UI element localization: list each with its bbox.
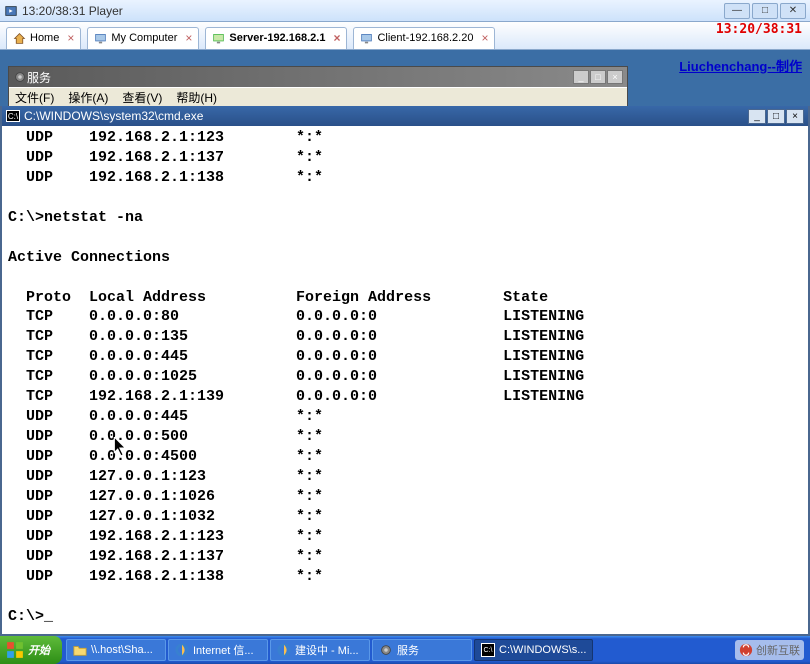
start-button[interactable]: 开始 xyxy=(0,636,62,664)
corner-time: 13:20/38:31 xyxy=(716,22,802,37)
cmd-close-button[interactable]: × xyxy=(786,109,804,124)
watermark: 创新互联 xyxy=(735,640,804,660)
player-icon xyxy=(4,4,18,18)
taskbar-btn-ie[interactable]: Internet 信... xyxy=(168,639,268,661)
taskbar-buttons: \\.host\Sha... Internet 信... 建设中 - Mi...… xyxy=(62,638,597,662)
ie-icon xyxy=(277,643,291,657)
cmd-minimize-button[interactable]: _ xyxy=(748,109,766,124)
menu-help[interactable]: 帮助(H) xyxy=(176,89,217,106)
menu-file[interactable]: 文件(F) xyxy=(15,89,54,106)
svc-minimize-button[interactable]: _ xyxy=(573,70,589,84)
folder-icon xyxy=(73,643,87,657)
server-icon xyxy=(212,32,225,45)
tab-close-icon[interactable]: × xyxy=(481,31,488,45)
taskbar: 开始 \\.host\Sha... Internet 信... 建设中 - Mi… xyxy=(0,636,810,664)
windows-logo-icon xyxy=(6,641,24,659)
cmd-icon: C:\ xyxy=(6,110,20,122)
services-title: 服务 xyxy=(27,69,573,86)
services-window: 服务 _ □ × 文件(F) 操作(A) 查看(V) 帮助(H) xyxy=(8,66,628,108)
tab-home-label: Home xyxy=(30,32,59,44)
menu-action[interactable]: 操作(A) xyxy=(68,89,108,106)
taskbar-btn-host[interactable]: \\.host\Sha... xyxy=(66,639,166,661)
computer-icon xyxy=(94,32,107,45)
taskbar-btn-cmd[interactable]: C:\ C:\WINDOWS\s... xyxy=(474,639,593,661)
player-titlebar: 13:20/38:31 Player — □ ✕ xyxy=(0,0,810,22)
minimize-button[interactable]: — xyxy=(724,3,750,19)
maximize-button[interactable]: □ xyxy=(752,3,778,19)
taskbar-btn-construction[interactable]: 建设中 - Mi... xyxy=(270,639,370,661)
start-label: 开始 xyxy=(28,642,50,658)
tab-server-label: Server-192.168.2.1 xyxy=(229,32,325,44)
tab-home[interactable]: Home × xyxy=(6,27,81,49)
tab-strip: Home × My Computer × Server-192.168.2.1 … xyxy=(0,22,810,50)
ie-icon xyxy=(175,643,189,657)
task-label: 建设中 - Mi... xyxy=(295,642,359,658)
services-icon xyxy=(13,70,27,84)
tab-client[interactable]: Client-192.168.2.20 × xyxy=(353,27,495,49)
cmd-title-text: C:\WINDOWS\system32\cmd.exe xyxy=(24,109,744,123)
watermark-text: 创新互联 xyxy=(756,642,800,658)
tab-server[interactable]: Server-192.168.2.1 × xyxy=(205,27,347,49)
tab-close-icon[interactable]: × xyxy=(333,31,340,45)
player-title: 13:20/38:31 Player xyxy=(22,4,724,18)
tab-my-computer[interactable]: My Computer × xyxy=(87,27,199,49)
signature: Liuchenchang--制作 xyxy=(679,56,802,75)
cmd-window: C:\ C:\WINDOWS\system32\cmd.exe _ □ × UD… xyxy=(0,106,810,636)
home-icon xyxy=(13,32,26,45)
svc-maximize-button[interactable]: □ xyxy=(590,70,606,84)
player-window-buttons: — □ ✕ xyxy=(724,3,806,19)
cmd-maximize-button[interactable]: □ xyxy=(767,109,785,124)
close-button[interactable]: ✕ xyxy=(780,3,806,19)
link-icon xyxy=(739,643,753,657)
cmd-titlebar[interactable]: C:\ C:\WINDOWS\system32\cmd.exe _ □ × xyxy=(2,106,808,126)
svc-close-button[interactable]: × xyxy=(607,70,623,84)
tab-computer-label: My Computer xyxy=(111,32,177,44)
task-label: C:\WINDOWS\s... xyxy=(499,644,586,656)
task-label: 服务 xyxy=(397,642,419,658)
client-icon xyxy=(360,32,373,45)
tab-client-label: Client-192.168.2.20 xyxy=(377,32,473,44)
cmd-small-icon: C:\ xyxy=(481,643,495,657)
gear-icon xyxy=(379,643,393,657)
tab-close-icon[interactable]: × xyxy=(67,31,74,45)
services-menu: 文件(F) 操作(A) 查看(V) 帮助(H) xyxy=(9,87,627,107)
menu-view[interactable]: 查看(V) xyxy=(122,89,162,106)
task-label: \\.host\Sha... xyxy=(91,644,153,656)
tab-close-icon[interactable]: × xyxy=(185,31,192,45)
services-titlebar[interactable]: 服务 _ □ × xyxy=(9,67,627,87)
taskbar-btn-services[interactable]: 服务 xyxy=(372,639,472,661)
task-label: Internet 信... xyxy=(193,642,254,658)
cmd-output[interactable]: UDP 192.168.2.1:123 *:* UDP 192.168.2.1:… xyxy=(2,126,808,634)
